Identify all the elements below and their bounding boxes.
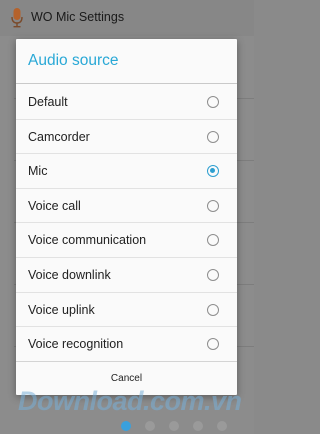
radio-button[interactable]	[207, 338, 219, 351]
option-label: Camcorder	[28, 129, 90, 144]
radio-button-selected[interactable]	[207, 165, 219, 178]
radio-button[interactable]	[207, 199, 219, 212]
radio-button[interactable]	[207, 130, 219, 143]
app-bar: WO Mic Settings	[0, 0, 254, 36]
option-label: Mic	[28, 164, 48, 179]
radio-button[interactable]	[207, 96, 219, 108]
app-title: WO Mic Settings	[31, 10, 125, 24]
microphone-icon	[11, 8, 23, 28]
option-voice-uplink[interactable]: Voice uplink	[16, 293, 237, 328]
dialog-title: Audio source	[28, 52, 119, 69]
audio-source-options: Default Camcorder Mic Voice call Voice c…	[16, 85, 237, 362]
title-divider	[16, 83, 237, 84]
radio-button[interactable]	[207, 303, 219, 316]
watermark-dot	[145, 421, 155, 431]
watermark-dot	[169, 421, 179, 431]
radio-button[interactable]	[207, 234, 219, 247]
audio-source-dialog: Audio source Default Camcorder Mic Voice…	[16, 39, 237, 395]
option-label: Voice downlink	[28, 267, 111, 282]
option-mic[interactable]: Mic	[16, 154, 237, 189]
option-voice-communication[interactable]: Voice communication	[16, 223, 237, 258]
option-label: Default	[28, 95, 68, 109]
option-camcorder[interactable]: Camcorder	[16, 120, 237, 155]
option-default[interactable]: Default	[16, 85, 237, 120]
option-label: Voice communication	[28, 233, 147, 248]
option-label: Voice uplink	[28, 302, 95, 317]
option-voice-recognition[interactable]: Voice recognition	[16, 327, 237, 362]
option-label: Voice call	[28, 198, 81, 213]
option-label: Voice recognition	[28, 337, 124, 352]
radio-button[interactable]	[207, 268, 219, 281]
watermark-dot	[217, 421, 227, 431]
option-voice-call[interactable]: Voice call	[16, 189, 237, 224]
watermark-dot	[193, 421, 203, 431]
watermark-text: Download.com.vn	[18, 386, 242, 416]
watermark-dot	[121, 421, 131, 431]
option-voice-downlink[interactable]: Voice downlink	[16, 258, 237, 293]
